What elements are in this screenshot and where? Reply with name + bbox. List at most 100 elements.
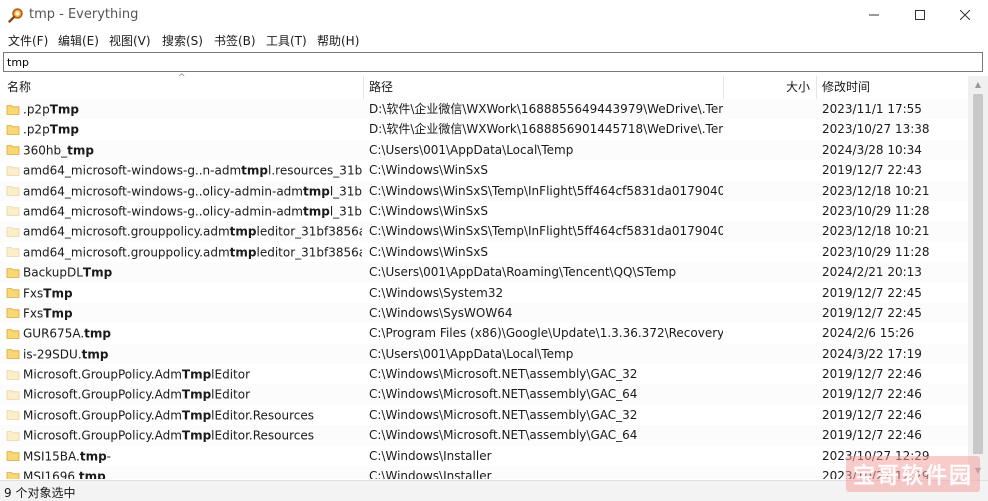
list-item[interactable]: amd64_microsoft.grouppolicy.admtmpledito… — [0, 242, 968, 262]
file-name-suffix: l.resources_31bf3... — [268, 163, 362, 178]
close-button[interactable] — [942, 0, 988, 30]
list-item[interactable]: Microsoft.GroupPolicy.AdmTmplEditor.Reso… — [0, 425, 968, 446]
list-item[interactable]: Microsoft.GroupPolicy.AdmTmplEditor C:\Wi… — [0, 364, 968, 384]
list-item[interactable]: MSI1696.tmpC:\Windows\Installer2023/10/2… — [0, 466, 968, 479]
file-size — [726, 303, 810, 323]
file-size — [726, 99, 810, 119]
list-item[interactable]: BackupDLTmp C:\Users\001\AppData\Roaming\… — [0, 262, 968, 283]
file-path: C:\Windows\WinSxS\Temp\InFlight\5ff464cf… — [369, 183, 723, 198]
folder-icon — [6, 367, 20, 381]
file-name: Microsoft.GroupPolicy.AdmTmplEditor.Reso… — [23, 429, 314, 443]
list-item[interactable]: is-29SDU.tmp C:\Users\001\AppData\Local\T… — [0, 343, 968, 365]
column-size-header[interactable]: 大小 — [726, 76, 810, 99]
file-size — [726, 344, 810, 364]
maximize-icon — [915, 10, 925, 20]
list-item[interactable]: 360hb_tmp C:\Users\001\AppData\Local\Temp… — [0, 139, 968, 161]
column-modified-header[interactable]: 修改时间 — [822, 76, 870, 99]
menu-view[interactable]: 视图(V) — [109, 32, 151, 49]
file-path: C:\Windows\Installer — [369, 448, 492, 463]
minimize-button[interactable] — [851, 0, 897, 30]
file-name-suffix: lEditor.Resources — [211, 428, 315, 443]
file-name-cell: .p2pTmp — [6, 99, 362, 119]
scroll-up-icon[interactable]: ▲ — [968, 78, 988, 92]
list-item[interactable]: FxsTmp C:\Windows\SysWOW64 2019/12/7 22:45 — [0, 302, 968, 324]
list-item[interactable]: amd64_microsoft.grouppolicy.admtmpledito… — [0, 221, 968, 242]
file-name-prefix: Microsoft.GroupPolicy.Adm — [23, 428, 182, 443]
file-name-cell: BackupDLTmp — [6, 262, 362, 282]
file-path: C:\Windows\WinSxS — [369, 244, 488, 259]
list-item[interactable]: amd64_microsoft-windows-g..n-admtmpl.res… — [0, 160, 968, 180]
list-item[interactable]: .p2pTmp D:\软件\企业微信\WXWork\168885564944397… — [0, 99, 968, 120]
file-name-match: tmp — [302, 183, 330, 198]
file-size — [726, 262, 810, 282]
file-size — [726, 283, 810, 303]
list-item[interactable]: amd64_microsoft-windows-g..olicy-admin-a… — [0, 201, 968, 221]
menu-help[interactable]: 帮助(H) — [317, 32, 359, 49]
file-modified: 2019/12/7 22:46 — [822, 407, 922, 422]
file-name-match: tmp — [78, 469, 106, 479]
list-item[interactable]: FxsTmp C:\Windows\System32 2019/12/7 22:45 — [0, 283, 968, 303]
column-name-header[interactable]: 名称 — [7, 76, 31, 99]
file-name: amd64_microsoft.grouppolicy.admtmpledito… — [23, 225, 362, 239]
folder-icon — [6, 326, 20, 340]
file-modified: 2024/2/21 20:13 — [822, 265, 922, 280]
file-path: C:\Windows\System32 — [369, 285, 504, 300]
file-path: C:\Users\001\AppData\Local\Temp — [369, 346, 574, 361]
list-item[interactable]: amd64_microsoft-windows-g..olicy-admin-a… — [0, 180, 968, 201]
list-item[interactable]: MSI15BA.tmp-C:\Windows\Installer2023/10/… — [0, 446, 968, 466]
folder-icon — [6, 285, 20, 299]
file-path: C:\Users\001\AppData\Roaming\Tencent\QQ\… — [369, 265, 677, 280]
file-name: BackupDLTmp — [23, 265, 112, 279]
status-bar: 9 个对象选中 — [0, 480, 988, 501]
file-name-cell: Microsoft.GroupPolicy.AdmTmplEditor — [6, 364, 362, 384]
file-name-match: Tmp — [49, 122, 79, 137]
file-name-cell: .p2pTmp — [6, 119, 362, 139]
list-item[interactable]: GUR675A.tmp C:\Program Files (x86)\Google… — [0, 323, 968, 343]
file-name-cell: amd64_microsoft-windows-g..n-admtmpl.res… — [6, 160, 362, 180]
file-modified: 2023/10/29 11:28 — [822, 203, 930, 218]
vertical-scrollbar[interactable]: ▲ ▼ — [968, 76, 988, 480]
sort-ascending-icon: ^ — [178, 73, 186, 83]
list-item[interactable]: Microsoft.GroupPolicy.AdmTmplEditor C:\Wi… — [0, 384, 968, 405]
list-item[interactable]: .p2pTmp D:\软件\企业微信\WXWork\168885690144571… — [0, 119, 968, 139]
results-list: .p2pTmp D:\软件\企业微信\WXWork\168885564944397… — [0, 99, 968, 479]
file-modified: 2019/12/7 22:46 — [822, 387, 922, 402]
column-divider[interactable] — [816, 76, 817, 99]
file-name-prefix: is-29SDU. — [23, 346, 82, 361]
file-name-cell: MSI1696.tmp — [6, 466, 362, 479]
folder-icon — [6, 346, 20, 360]
file-name-suffix: l_31bf3... — [329, 183, 362, 198]
file-name-cell: Microsoft.GroupPolicy.AdmTmplEditor — [6, 384, 362, 404]
maximize-button[interactable] — [897, 0, 943, 30]
file-size — [726, 405, 810, 425]
menu-file[interactable]: 文件(F) — [8, 32, 48, 49]
file-name-match: Tmp — [82, 265, 113, 280]
column-divider[interactable] — [363, 76, 364, 99]
file-size — [726, 425, 810, 445]
menu-search[interactable]: 搜索(S) — [162, 32, 203, 49]
file-size — [726, 466, 810, 479]
file-size — [726, 364, 810, 384]
folder-icon — [6, 163, 20, 177]
menu-bookmarks[interactable]: 书签(B) — [214, 32, 256, 49]
file-name-match: Tmp — [43, 285, 73, 300]
search-input[interactable] — [7, 55, 967, 69]
list-item[interactable]: Microsoft.GroupPolicy.AdmTmplEditor.Reso… — [0, 405, 968, 425]
folder-icon — [6, 102, 20, 116]
menu-edit[interactable]: 编辑(E) — [58, 32, 99, 49]
column-path-header[interactable]: 路径 — [369, 76, 393, 99]
file-name-cell: MSI15BA.tmp- — [6, 446, 362, 466]
file-name-match: Tmp — [49, 102, 79, 117]
file-size — [726, 140, 810, 160]
folder-icon — [6, 244, 20, 258]
file-name-match: tmp — [229, 245, 257, 260]
file-path: C:\Windows\WinSxS\Temp\InFlight\5ff464cf… — [369, 224, 723, 239]
file-path: C:\Windows\Installer — [369, 469, 492, 479]
title-bar: tmp - Everything — [0, 0, 988, 30]
menu-bar: 文件(F) 编辑(E) 视图(V) 搜索(S) 书签(B) 工具(T) 帮助(H… — [0, 30, 988, 50]
file-name: FxsTmp — [23, 306, 73, 320]
menu-tools[interactable]: 工具(T) — [266, 32, 307, 49]
scrollbar-thumb[interactable] — [973, 94, 983, 454]
column-divider[interactable] — [723, 76, 724, 99]
file-name-match: tmp — [229, 224, 257, 239]
